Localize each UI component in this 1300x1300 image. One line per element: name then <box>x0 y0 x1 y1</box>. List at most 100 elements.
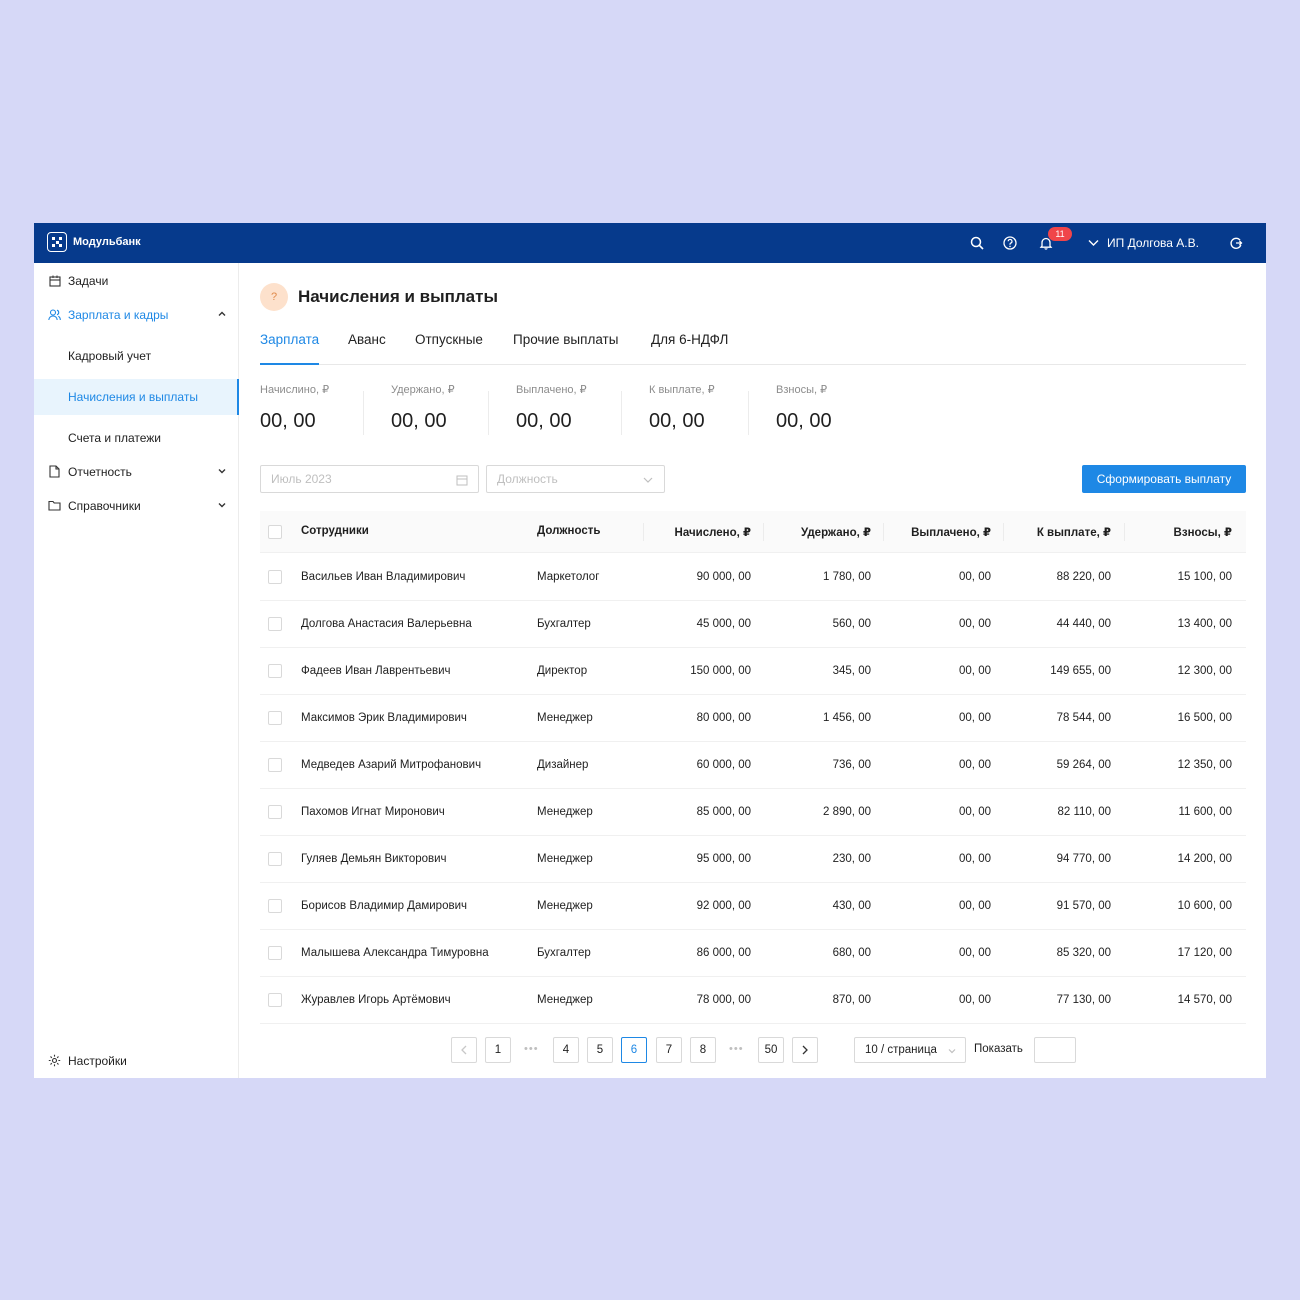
prev-page-button[interactable] <box>451 1037 477 1063</box>
cell-to-pay: 88 220, 00 <box>1056 571 1111 583</box>
sidebar-item-directories[interactable]: Справочники <box>34 488 239 524</box>
chevron-up-icon <box>218 311 226 316</box>
table-row[interactable]: Васильев Иван Владимирович Маркетолог 90 0… <box>260 554 1246 601</box>
row-checkbox[interactable] <box>268 946 282 960</box>
user-menu[interactable]: ИП Долгова А.В. <box>1088 236 1199 250</box>
page-help-button[interactable]: ? <box>260 283 288 311</box>
stat-label: К выплате, ₽ <box>649 384 715 396</box>
tab-advance[interactable]: Аванс <box>348 329 386 365</box>
row-checkbox[interactable] <box>268 993 282 1007</box>
row-checkbox[interactable] <box>268 805 282 819</box>
logout-icon[interactable] <box>1228 235 1244 251</box>
cell-accrued: 45 000, 00 <box>696 618 751 630</box>
sidebar-item-accruals-payments[interactable]: Начисления и выплаты <box>34 379 239 415</box>
help-icon[interactable] <box>1002 235 1018 251</box>
page-button-6[interactable]: 6 <box>621 1037 647 1063</box>
cell-withheld: 230, 00 <box>832 853 871 865</box>
sidebar-item-salary-hr[interactable]: Зарплата и кадры <box>34 297 239 333</box>
table-row[interactable]: Долгова Анастасия Валерьевна Бухгалтер 45 … <box>260 601 1246 648</box>
table-row[interactable]: Пахомов Игнат Миронович Менеджер 85 000, 0… <box>260 789 1246 836</box>
stat-value: 00, 00 <box>649 410 705 432</box>
sidebar-item-reports[interactable]: Отчетность <box>34 454 239 490</box>
cell-withheld: 345, 00 <box>832 665 871 677</box>
row-checkbox[interactable] <box>268 852 282 866</box>
row-checkbox[interactable] <box>268 664 282 678</box>
column-header-withheld[interactable]: Удержано, ₽ <box>801 525 871 539</box>
users-icon <box>48 308 61 321</box>
column-divider <box>1124 523 1125 541</box>
search-icon[interactable] <box>969 235 985 251</box>
cell-paid: 00, 00 <box>959 994 991 1006</box>
column-header-contributions[interactable]: Взносы, ₽ <box>1174 525 1232 539</box>
stat-paid: Выплачено, ₽ 00, 00 <box>516 383 587 439</box>
next-page-button[interactable] <box>792 1037 818 1063</box>
sidebar-item-label: Справочники <box>68 499 141 513</box>
position-select[interactable]: Должность <box>486 465 665 493</box>
cell-to-pay: 85 320, 00 <box>1056 947 1111 959</box>
tab-vacation-pay[interactable]: Отпускные <box>415 329 483 365</box>
cell-contributions: 16 500, 00 <box>1177 712 1232 724</box>
column-header-position[interactable]: Должность <box>537 525 600 537</box>
chevron-down-icon <box>1088 240 1099 246</box>
table-row[interactable]: Гуляев Демьян Викторович Менеджер 95 000, … <box>260 836 1246 883</box>
tab-other-payments[interactable]: Прочие выплаты <box>513 329 618 365</box>
goto-page-input[interactable] <box>1034 1037 1076 1063</box>
stat-to-pay: К выплате, ₽ 00, 00 <box>649 383 715 439</box>
page-button-8[interactable]: 8 <box>690 1037 716 1063</box>
brand-logo[interactable]: Модульбанк <box>47 232 141 252</box>
row-checkbox[interactable] <box>268 711 282 725</box>
row-checkbox[interactable] <box>268 899 282 913</box>
employee-position: Менеджер <box>537 900 593 912</box>
stat-value: 00, 00 <box>516 410 572 432</box>
user-name: ИП Долгова А.В. <box>1107 236 1199 250</box>
sidebar-item-hr-records[interactable]: Кадровый учет <box>34 338 239 374</box>
notification-badge: 11 <box>1048 227 1072 241</box>
chevron-left-icon <box>461 1045 467 1055</box>
page-button-1[interactable]: 1 <box>485 1037 511 1063</box>
employee-name: Максимов Эрик Владимирович <box>301 712 467 724</box>
folder-icon <box>48 499 61 512</box>
column-header-accrued[interactable]: Начислено, ₽ <box>675 525 751 539</box>
pagination-ellipsis[interactable]: ••• <box>729 1043 744 1055</box>
sidebar-item-settings[interactable]: Настройки <box>34 1043 239 1078</box>
cell-paid: 00, 00 <box>959 665 991 677</box>
cell-to-pay: 59 264, 00 <box>1056 759 1111 771</box>
cell-contributions: 12 350, 00 <box>1177 759 1232 771</box>
cell-to-pay: 149 655, 00 <box>1050 665 1111 677</box>
pagination-ellipsis[interactable]: ••• <box>524 1043 539 1055</box>
column-divider <box>643 523 644 541</box>
sidebar-item-accounts-payments[interactable]: Счета и платежи <box>34 420 239 456</box>
cell-paid: 00, 00 <box>959 618 991 630</box>
table-row[interactable]: Малышева Александра Тимуровна Бухгалтер 86… <box>260 930 1246 977</box>
employee-position: Менеджер <box>537 853 593 865</box>
create-payment-button[interactable]: Сформировать выплату <box>1082 465 1246 493</box>
page-button-50[interactable]: 50 <box>758 1037 784 1063</box>
table-row[interactable]: Журавлев Игорь Артёмович Менеджер 78 000, … <box>260 977 1246 1024</box>
stat-divider <box>748 391 749 435</box>
goto-label: Показать <box>974 1043 1023 1055</box>
tab-salary[interactable]: Зарплата <box>260 329 320 365</box>
sidebar: Задачи Зарплата и кадры Кадровый учет На… <box>34 263 239 1078</box>
table-row[interactable]: Максимов Эрик Владимирович Менеджер 80 000… <box>260 695 1246 742</box>
row-checkbox[interactable] <box>268 570 282 584</box>
sidebar-item-tasks[interactable]: Задачи <box>34 263 239 299</box>
table-row[interactable]: Медведев Азарий Митрофанович Дизайнер 60 0… <box>260 742 1246 789</box>
cell-accrued: 60 000, 00 <box>696 759 751 771</box>
page-button-7[interactable]: 7 <box>656 1037 682 1063</box>
period-picker[interactable]: Июль 2023 <box>260 465 479 493</box>
row-checkbox[interactable] <box>268 758 282 772</box>
column-header-to-pay[interactable]: К выплате, ₽ <box>1037 525 1111 539</box>
tab-6-ndfl[interactable]: Для 6-НДФЛ <box>651 329 728 365</box>
summary-stats: Начислино, ₽ 00, 00 Удержано, ₽ 00, 00 В… <box>260 383 960 443</box>
page-button-5[interactable]: 5 <box>587 1037 613 1063</box>
page-size-select[interactable]: 10 / страница <box>854 1037 966 1063</box>
cell-withheld: 2 890, 00 <box>823 806 871 818</box>
page-button-4[interactable]: 4 <box>553 1037 579 1063</box>
select-all-checkbox[interactable] <box>268 525 282 539</box>
row-checkbox[interactable] <box>268 617 282 631</box>
column-header-employees[interactable]: Сотрудники <box>301 525 369 537</box>
table-row[interactable]: Борисов Владимир Дамирович Менеджер 92 000… <box>260 883 1246 930</box>
column-header-paid[interactable]: Выплачено, ₽ <box>911 525 991 539</box>
cell-contributions: 12 300, 00 <box>1177 665 1232 677</box>
table-row[interactable]: Фадеев Иван Лаврентьевич Директор 150 000,… <box>260 648 1246 695</box>
